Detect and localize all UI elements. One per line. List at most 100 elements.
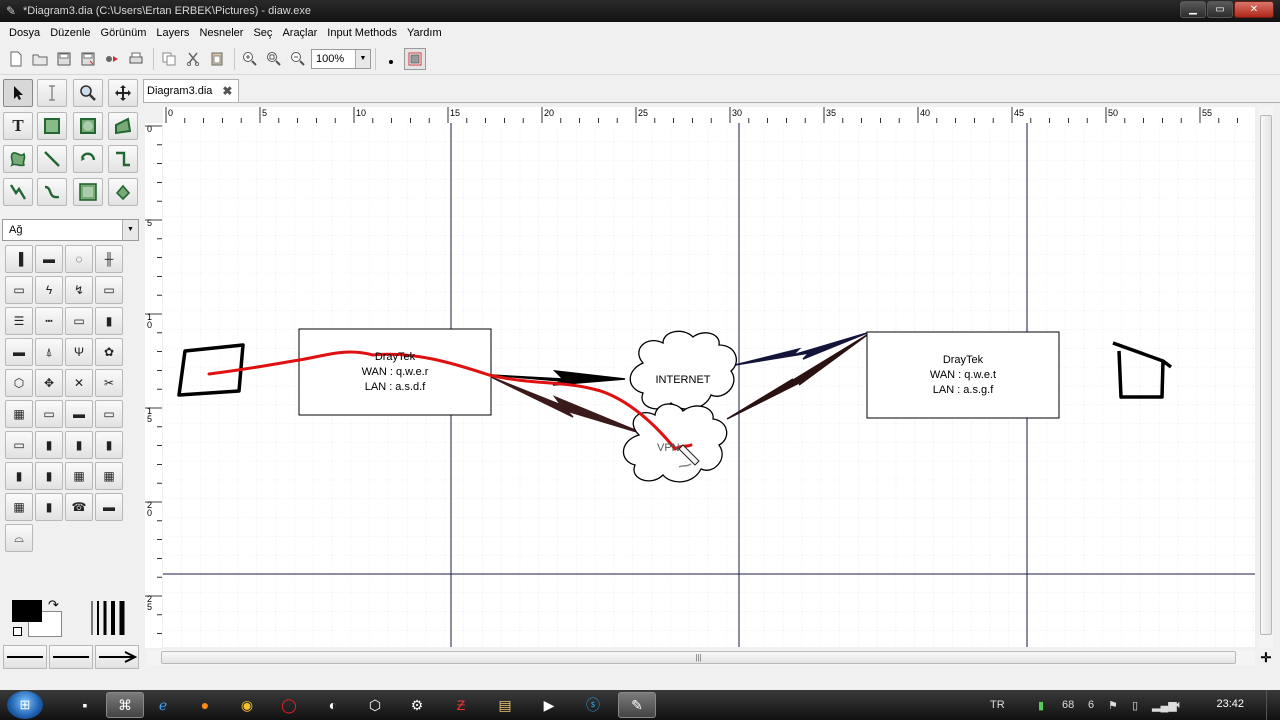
minimize-button[interactable]: ▁	[1180, 1, 1206, 18]
save-icon[interactable]	[53, 48, 75, 70]
image-tool-icon[interactable]	[73, 178, 103, 206]
shape-crossroad-icon[interactable]: ✥	[35, 369, 63, 397]
close-tab-icon[interactable]: ✖	[222, 84, 232, 98]
horizontal-scrollbar[interactable]: |||	[147, 650, 1255, 665]
zoom-select[interactable]: 100% ▼	[311, 48, 371, 69]
menu-yardim[interactable]: Yardım	[402, 27, 447, 39]
snap-to-grid-icon[interactable]	[380, 48, 402, 70]
swap-colors-icon[interactable]: ↷	[48, 597, 59, 613]
shape-flat-device-icon[interactable]: ▬	[5, 338, 33, 366]
shape-telephone-icon[interactable]: ☎	[65, 493, 93, 521]
shape-disk-icon[interactable]: ◌	[65, 245, 93, 273]
menu-dosya[interactable]: Dosya	[4, 27, 45, 39]
tab-diagram3[interactable]: Diagram3.dia ✖	[143, 79, 239, 102]
new-file-icon[interactable]	[5, 48, 27, 70]
shape-scissors-icon[interactable]: ✂	[95, 369, 123, 397]
shape-monitor-icon[interactable]: ▬	[35, 245, 63, 273]
menu-input-methods[interactable]: Input Methods	[322, 27, 402, 39]
zoom-in-icon[interactable]	[239, 48, 261, 70]
outline-tool-icon[interactable]	[108, 178, 138, 206]
default-colors-icon[interactable]	[13, 627, 22, 636]
scroll-tool-icon[interactable]	[108, 79, 138, 107]
taskbar-dia-icon[interactable]: ✎	[618, 692, 656, 718]
network-icon[interactable]: ▂▄▆	[1152, 690, 1177, 720]
flag-icon[interactable]: ⚑	[1108, 690, 1118, 720]
shape-screen-icon[interactable]: ▭	[35, 400, 63, 428]
open-folder-icon[interactable]	[29, 48, 51, 70]
taskbar-app-eye-icon[interactable]: ◐	[314, 692, 352, 718]
shape-rack-icon[interactable]: ☰	[5, 307, 33, 335]
pointer-tool-icon[interactable]	[3, 79, 33, 107]
polygon-tool-icon[interactable]	[108, 112, 138, 140]
zoom-fit-icon[interactable]	[263, 48, 285, 70]
menu-gorunum[interactable]: Görünüm	[96, 27, 152, 39]
shape-modem-icon[interactable]: ▭	[95, 276, 123, 304]
vertical-scrollbar[interactable]	[1259, 107, 1273, 648]
shape-storage-icon[interactable]: ▦	[65, 462, 93, 490]
taskbar-app-cube-icon[interactable]: ⬡	[356, 692, 394, 718]
navigation-icon[interactable]: ✛	[1259, 650, 1273, 665]
taskbar-media-icon[interactable]: ▶	[530, 692, 568, 718]
shape-cross-icon[interactable]: ✕	[65, 369, 93, 397]
zigzag-tool-icon[interactable]	[108, 145, 138, 173]
menu-araclar[interactable]: Araçlar	[277, 27, 322, 39]
shape-fax-icon[interactable]: ▬	[95, 493, 123, 521]
taskbar-skype-icon[interactable]: ⓢ	[574, 692, 612, 718]
beziergon-tool-icon[interactable]	[3, 145, 33, 173]
shape-slot-icon[interactable]: ▭	[65, 307, 93, 335]
device-icon[interactable]: ▯	[1132, 690, 1138, 720]
menu-layers[interactable]: Layers	[151, 27, 194, 39]
diagram-canvas[interactable]: DrayTek WAN : q.w.e.r LAN : a.s.d.f Dray…	[163, 123, 1255, 647]
taskbar-explorer-icon[interactable]: ▤	[486, 692, 524, 718]
shape-hub-icon[interactable]: ╫	[95, 245, 123, 273]
shape-fork-icon[interactable]: Ψ	[65, 338, 93, 366]
line-width-selector[interactable]	[88, 599, 128, 637]
ellipse-tool-icon[interactable]	[73, 112, 103, 140]
taskbar-chrome-icon[interactable]: ◉	[228, 692, 266, 718]
save-as-icon[interactable]	[77, 48, 99, 70]
copy-icon[interactable]	[158, 48, 180, 70]
shape-handheld-icon[interactable]: ▮	[35, 431, 63, 459]
close-button[interactable]: ✕	[1234, 1, 1274, 18]
shape-nas-icon[interactable]: ▭	[95, 400, 123, 428]
vertical-scroll-thumb[interactable]	[1260, 115, 1272, 635]
shape-switch-icon[interactable]: ┅	[35, 307, 63, 335]
horizontal-scroll-thumb[interactable]: |||	[161, 651, 1236, 664]
shape-storage-2-icon[interactable]: ▦	[95, 462, 123, 490]
box-tool-icon[interactable]	[37, 112, 67, 140]
export-icon[interactable]	[101, 48, 123, 70]
volume-icon[interactable]: 🔈︎	[1176, 690, 1183, 720]
shape-hexagon-icon[interactable]: ⬡	[5, 369, 33, 397]
taskbar-app-tool-icon[interactable]: ⌘	[106, 692, 144, 718]
shape-lightning-icon[interactable]: ϟ	[35, 276, 63, 304]
taskbar-opera-icon[interactable]: ◯	[270, 692, 308, 718]
taskbar-ie-icon[interactable]: ℯ	[144, 692, 182, 718]
end-arrow-select[interactable]	[95, 645, 139, 669]
shape-bolt-icon[interactable]: ↯	[65, 276, 93, 304]
maximize-button[interactable]: ▭	[1207, 1, 1233, 18]
shape-phone-icon[interactable]: ▮	[95, 307, 123, 335]
shape-storage-3-icon[interactable]: ▦	[5, 493, 33, 521]
menu-nesneler[interactable]: Nesneler	[194, 27, 248, 39]
battery-icon[interactable]: ▮	[1038, 690, 1044, 720]
taskbar-filezilla-icon[interactable]: Ƶ	[442, 692, 480, 718]
shape-keyboard-icon[interactable]: ▬	[65, 400, 93, 428]
shape-server-icon[interactable]: ▐	[5, 245, 33, 273]
paste-icon[interactable]	[206, 48, 228, 70]
shape-printer-icon[interactable]: ▭	[5, 276, 33, 304]
arc-tool-icon[interactable]	[73, 145, 103, 173]
print-icon[interactable]	[125, 48, 147, 70]
menu-sec[interactable]: Seç	[248, 27, 277, 39]
bezier-tool-icon[interactable]	[37, 178, 67, 206]
sheet-select[interactable]: Ağ ▼	[2, 219, 139, 241]
shape-laptop-icon[interactable]: ▭	[5, 431, 33, 459]
shape-cloud-shape-icon[interactable]: ✿	[95, 338, 123, 366]
shape-mobile-icon[interactable]: ▮	[35, 493, 63, 521]
zoom-out-icon[interactable]	[287, 48, 309, 70]
polyline-tool-icon[interactable]	[3, 178, 33, 206]
taskbar-app-blank-icon[interactable]: ▪	[66, 692, 104, 718]
text-tool-icon[interactable]: T	[3, 112, 33, 140]
clock[interactable]: 23:42	[1216, 698, 1244, 710]
line-style-select[interactable]	[49, 645, 93, 669]
show-desktop-button[interactable]	[1266, 690, 1280, 720]
